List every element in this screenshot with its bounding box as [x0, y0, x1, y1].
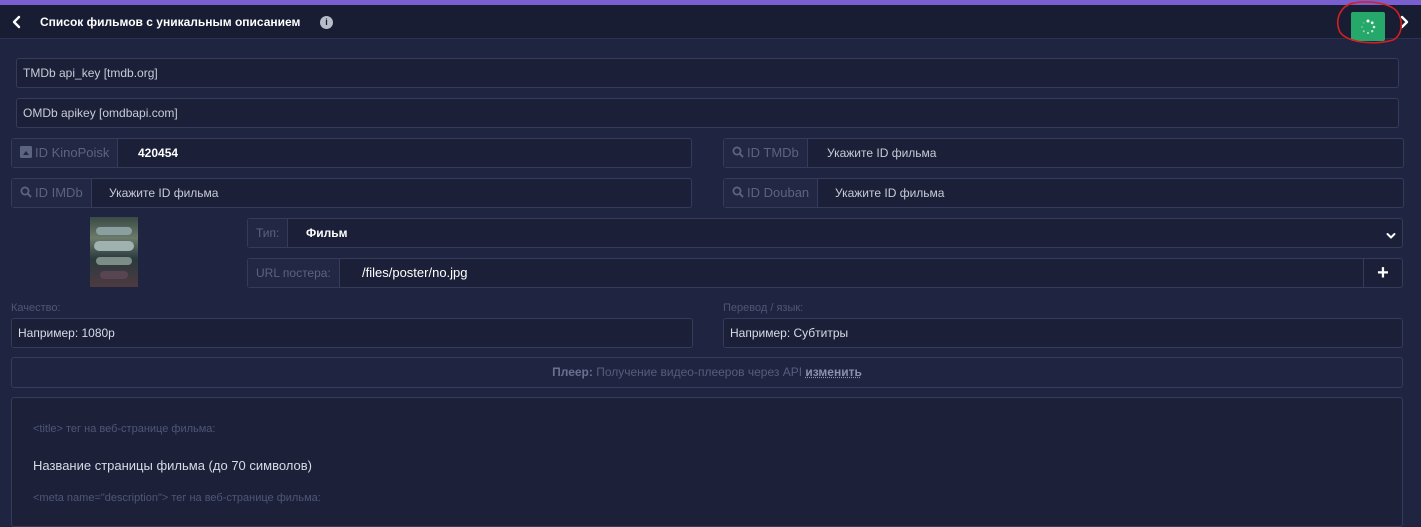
search-icon — [20, 180, 32, 208]
seo-panel: <title> тег на веб-странице фильма: Назв… — [11, 397, 1403, 527]
quality-label: Качество: — [11, 302, 61, 314]
omdb-api-key-input[interactable] — [23, 99, 1392, 127]
poster-url-field[interactable]: URL постера: /files/poster/no.jpg — [247, 258, 1364, 288]
translation-label: Перевод / язык: — [723, 302, 803, 314]
info-icon[interactable]: i — [320, 16, 333, 29]
kinopoisk-id-field[interactable]: ID KinoPoisk 420454 — [11, 138, 692, 168]
translation-placeholder[interactable]: Например: Субтитры — [730, 319, 848, 347]
tmdb-id-placeholder[interactable]: Укажите ID фильма — [827, 139, 936, 167]
kinopoisk-id-label: ID KinoPoisk — [35, 145, 109, 160]
tmdb-api-key-field[interactable] — [16, 58, 1399, 88]
douban-id-label: ID Douban — [747, 185, 809, 200]
imdb-id-prefix: ID IMDb — [12, 179, 92, 207]
page-title: Список фильмов с уникальным описанием — [40, 15, 300, 29]
quality-placeholder[interactable]: Например: 1080p — [18, 319, 115, 347]
douban-id-prefix: ID Douban — [724, 179, 818, 207]
type-select[interactable]: Тип: Фильм — [247, 218, 1403, 248]
forward-chevron-icon[interactable] — [1396, 14, 1412, 30]
add-poster-button[interactable]: + — [1363, 258, 1403, 288]
title-tag-label: <title> тег на веб-странице фильма: — [33, 423, 215, 435]
douban-id-placeholder[interactable]: Укажите ID фильма — [835, 179, 944, 207]
quality-field[interactable]: Например: 1080p — [11, 318, 693, 348]
poster-url-label: URL постера: — [248, 259, 340, 287]
poster-url-value[interactable]: /files/poster/no.jpg — [362, 259, 468, 287]
loading-button[interactable] — [1351, 12, 1385, 41]
poster-thumbnail — [90, 217, 138, 287]
tmdb-id-prefix: ID TMDb — [724, 139, 808, 167]
omdb-api-key-field[interactable] — [16, 98, 1399, 128]
kinopoisk-id-value[interactable]: 420454 — [138, 139, 178, 167]
imdb-id-label: ID IMDb — [35, 185, 83, 200]
plus-icon: + — [1377, 262, 1389, 284]
player-bar: Плеер: Получение видео-плееров через API… — [11, 357, 1403, 388]
player-text: Получение видео-плееров через API — [596, 365, 802, 379]
change-player-link[interactable]: изменить — [805, 365, 861, 379]
tmdb-id-label: ID TMDb — [747, 145, 799, 160]
description-tag-label: <meta name="description"> тег на веб-стр… — [33, 492, 321, 504]
tmdb-api-key-input[interactable] — [23, 59, 1392, 87]
search-icon — [732, 180, 744, 208]
kinopoisk-id-prefix: ID KinoPoisk — [12, 139, 118, 167]
douban-id-field[interactable]: ID Douban Укажите ID фильма — [723, 178, 1404, 208]
translation-field[interactable]: Например: Субтитры — [723, 318, 1403, 348]
page-title-input[interactable]: Название страницы фильма (до 70 символов… — [33, 458, 312, 473]
tmdb-id-field[interactable]: ID TMDb Укажите ID фильма — [723, 138, 1404, 168]
chevron-down-icon[interactable] — [1386, 228, 1396, 246]
image-icon — [20, 140, 32, 168]
search-icon — [732, 140, 744, 168]
back-chevron-icon[interactable] — [9, 14, 25, 30]
type-label: Тип: — [248, 219, 288, 247]
type-selected-value[interactable]: Фильм — [306, 219, 348, 247]
header-bar: Список фильмов с уникальным описанием i — [0, 5, 1421, 39]
imdb-id-placeholder[interactable]: Укажите ID фильма — [109, 179, 218, 207]
spinner-icon — [1360, 19, 1376, 35]
imdb-id-field[interactable]: ID IMDb Укажите ID фильма — [11, 178, 692, 208]
player-label: Плеер: — [552, 365, 593, 379]
